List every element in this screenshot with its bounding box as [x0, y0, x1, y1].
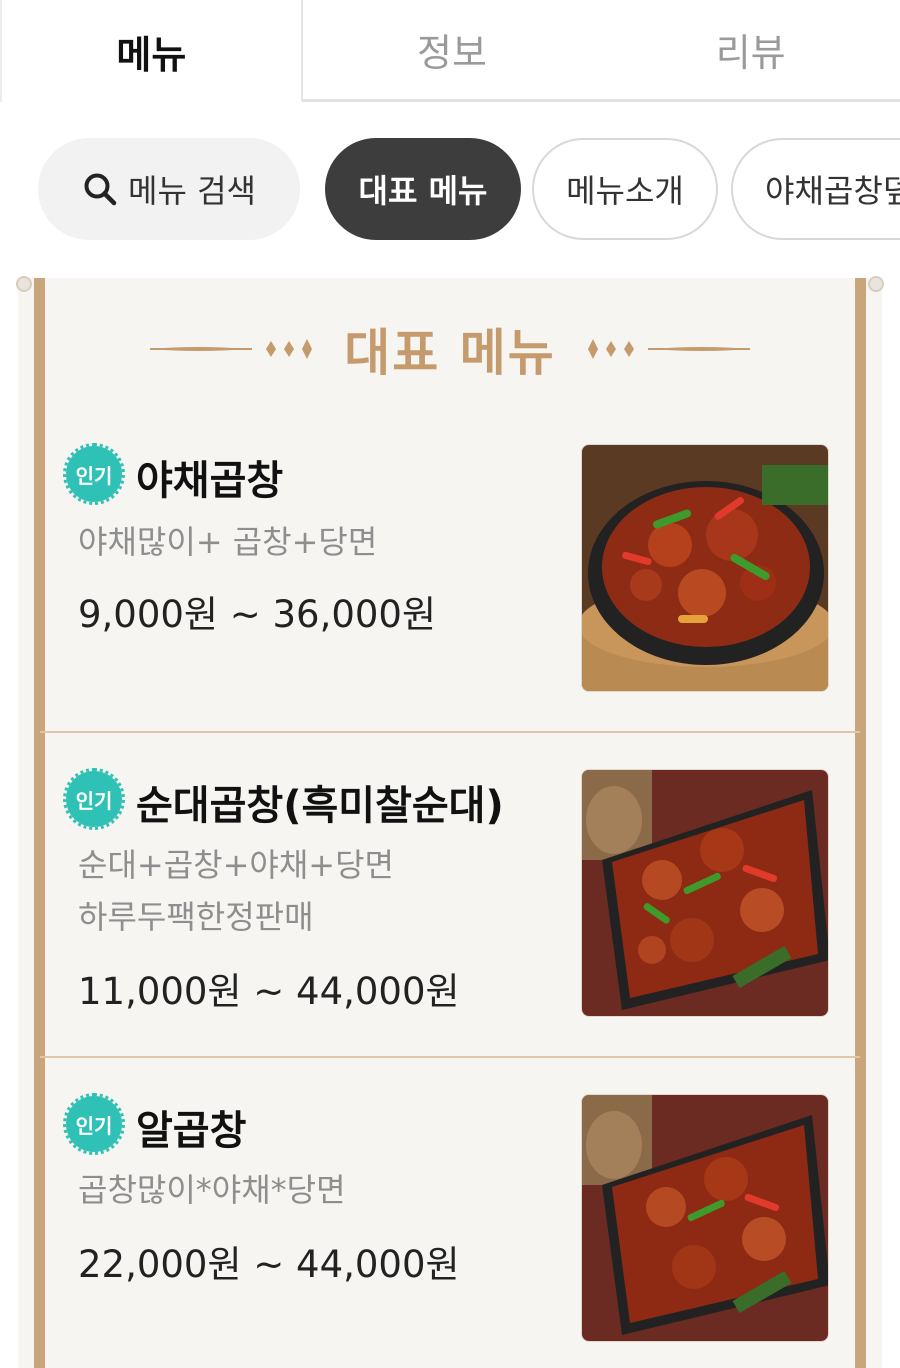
menu-panel[interactable]: 대표 메뉴 인기 야채곱창 야채많이+ 곱창+당면 9,000원 ~ 36,00… — [16, 276, 884, 1368]
popular-badge: 인기 — [63, 768, 125, 830]
chip-vegetable-gopchang[interactable]: 야채곱창덮밥 — [731, 138, 900, 240]
category-chip-bar: 메뉴 검색 대표 메뉴 메뉴소개 야채곱창덮밥 — [0, 138, 900, 242]
chip-menu-intro[interactable]: 메뉴소개 — [532, 138, 718, 240]
ornament-left-icon — [150, 339, 313, 359]
rail-cap-left — [16, 276, 32, 292]
menu-item-al-gopchang[interactable]: 인기 알곱창 곱창많이*야채*당면 22,000원 ~ 44,000원 — [40, 1058, 860, 1368]
section-header: 대표 메뉴 — [18, 314, 882, 384]
menu-item-price: 9,000원 ~ 36,000원 — [78, 593, 436, 636]
stir-fried-gopchang-pan-photo — [581, 444, 829, 692]
tab-menu[interactable]: 메뉴 — [0, 0, 303, 102]
top-tab-bar: 메뉴 정보 리뷰 — [0, 0, 900, 102]
menu-item-price: 11,000원 ~ 44,000원 — [78, 970, 460, 1013]
tab-info[interactable]: 정보 — [302, 0, 602, 102]
menu-item-description-line2: 하루두팩한정판매 — [78, 898, 314, 936]
ornament-right-icon — [587, 339, 750, 359]
menu-item-name: 순대곱창(흑미찰순대) — [136, 783, 504, 829]
rail-cap-right — [868, 276, 884, 292]
sundae-gopchang-tray-photo — [581, 769, 829, 1017]
menu-item-description: 야채많이+ 곱창+당면 — [78, 523, 378, 561]
menu-item-description: 순대+곱창+야채+당면 — [78, 846, 394, 884]
menu-item-yachae-gopchang[interactable]: 인기 야채곱창 야채많이+ 곱창+당면 9,000원 ~ 36,000원 — [40, 408, 860, 733]
menu-item-sundae-gopchang[interactable]: 인기 순대곱창(흑미찰순대) 순대+곱창+야채+당면 하루두팩한정판매 11,0… — [40, 733, 860, 1058]
menu-item-price: 22,000원 ~ 44,000원 — [78, 1243, 460, 1286]
menu-item-description: 곱창많이*야채*당면 — [78, 1171, 346, 1209]
tab-review[interactable]: 리뷰 — [601, 0, 900, 102]
menu-search-label: 메뉴 검색 — [128, 172, 256, 210]
menu-search-button[interactable]: 메뉴 검색 — [38, 138, 300, 240]
search-icon — [84, 173, 117, 206]
chip-representative-menu[interactable]: 대표 메뉴 — [325, 138, 521, 240]
menu-item-name: 알곱창 — [136, 1108, 247, 1154]
al-gopchang-tray-photo — [581, 1094, 829, 1342]
menu-item-name: 야채곱창 — [136, 458, 284, 504]
popular-badge: 인기 — [63, 443, 125, 505]
section-title: 대표 메뉴 — [344, 324, 556, 382]
popular-badge: 인기 — [63, 1093, 125, 1155]
